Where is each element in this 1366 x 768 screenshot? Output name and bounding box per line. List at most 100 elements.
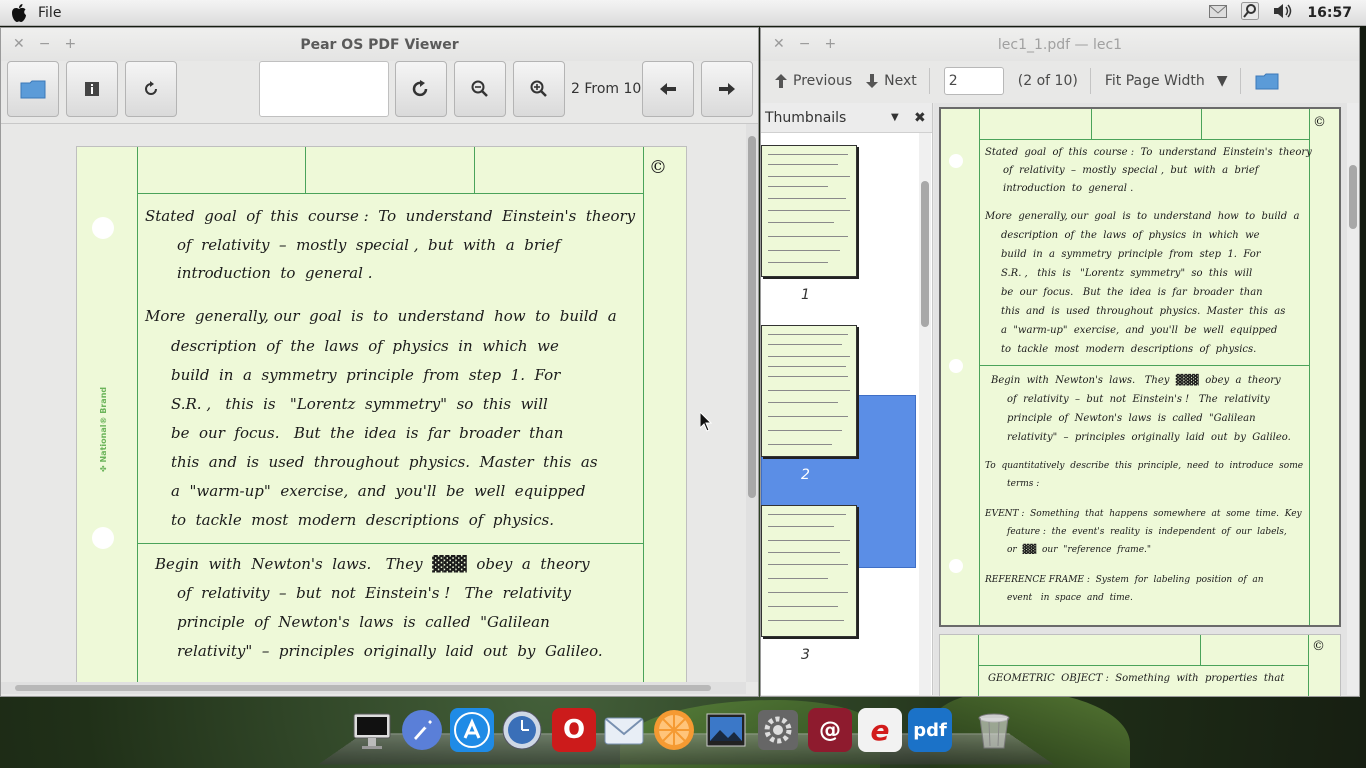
clock[interactable]: 16:57: [1307, 5, 1352, 21]
window-titlebar[interactable]: ✕ − + lec1_1.pdf — lec1: [761, 28, 1359, 61]
maximize-icon[interactable]: +: [824, 36, 836, 52]
appstore-icon: [454, 712, 490, 748]
horizontal-scrollbar[interactable]: [1, 682, 746, 694]
handwritten-line: S.R. , this is "Lorentz symmetry" so thi…: [171, 395, 548, 413]
dock-item-settings[interactable]: [756, 708, 800, 752]
handwritten-line: principle of Newton's laws is called "Ga…: [177, 613, 550, 631]
close-icon[interactable]: ✕: [13, 36, 25, 52]
volume-icon[interactable]: [1273, 3, 1293, 23]
zoom-in-button[interactable]: [513, 61, 565, 117]
arrow-down-icon: [866, 74, 879, 88]
menu-bar: File 16:57: [0, 0, 1366, 26]
dock-item-time-machine[interactable]: [500, 708, 544, 752]
next-page-button[interactable]: [701, 61, 753, 117]
mail-icon: [604, 717, 644, 745]
handwritten-line: introduction to general .: [177, 264, 373, 282]
open-folder-button[interactable]: [1255, 72, 1279, 90]
scroll-thumb[interactable]: [15, 685, 711, 691]
handwritten-line: to tackle most modern descriptions of ph…: [171, 511, 554, 529]
document-view[interactable]: © Stated goal of this course : To unders…: [934, 103, 1359, 696]
page-number-input[interactable]: 2: [943, 67, 1004, 95]
handwritten-line: S.R. , this is "Lorentz symmetry" so thi…: [1001, 268, 1253, 279]
scroll-thumb[interactable]: [748, 136, 756, 498]
dock-item-launcher[interactable]: [400, 708, 444, 752]
vertical-scrollbar[interactable]: [1347, 103, 1359, 695]
dock-item-computer[interactable]: [350, 708, 394, 752]
arrow-right-icon: [719, 83, 735, 95]
at-icon: @: [819, 717, 841, 743]
handwritten-line: REFERENCE FRAME : System for labeling po…: [985, 575, 1264, 585]
refresh-icon: [145, 81, 157, 95]
apple-menu-icon[interactable]: [0, 3, 38, 23]
next-button[interactable]: Next: [866, 73, 917, 89]
document-view[interactable]: © ✤ National® Brand Stated goal of this …: [1, 123, 758, 696]
thumbnail-page-1[interactable]: [761, 145, 857, 277]
close-sidebar-icon[interactable]: ✖: [914, 110, 926, 126]
window-titlebar[interactable]: ✕ − + Pear OS PDF Viewer: [1, 28, 758, 61]
page-search-field[interactable]: [259, 61, 389, 117]
rotate-icon: [412, 80, 428, 97]
copyright-mark: ©: [1312, 639, 1325, 654]
thumbnail-page-2[interactable]: [761, 325, 857, 457]
handwritten-line: of relativity – mostly special , but wit…: [177, 236, 561, 254]
binder-hole: [92, 527, 114, 549]
handwritten-line: Begin with Newton's laws. They ▓▓▓ obey …: [155, 555, 590, 573]
scroll-thumb[interactable]: [921, 181, 929, 327]
pdf-page: © ✤ National® Brand Stated goal of this …: [76, 146, 687, 686]
dock-item-media[interactable]: [652, 708, 696, 752]
mouse-cursor-icon: [700, 412, 712, 432]
minimize-icon[interactable]: −: [39, 36, 51, 52]
sidebar-title[interactable]: Thumbnails: [765, 110, 846, 126]
thumbnail-number: 1: [801, 287, 810, 303]
reload-button[interactable]: [125, 61, 177, 117]
handwritten-line: More generally, our goal is to understan…: [145, 307, 617, 325]
handwritten-line: this and is used throughout physics. Mas…: [171, 453, 598, 471]
dock-item-mail[interactable]: [602, 708, 646, 752]
info-button[interactable]: [66, 61, 118, 117]
handwritten-line: To quantitatively describe this principl…: [985, 461, 1304, 471]
menu-file[interactable]: File: [38, 5, 61, 21]
copyright-mark: ©: [649, 157, 667, 178]
thumbnail-page-3[interactable]: [761, 505, 857, 637]
dock-item-pdf[interactable]: pdf: [908, 708, 952, 752]
folder-icon: [1255, 73, 1279, 90]
system-tray: 16:57: [1209, 0, 1352, 26]
maximize-icon[interactable]: +: [64, 36, 76, 52]
handwritten-line: description of the laws of physics in wh…: [171, 337, 559, 355]
dock-item-photos[interactable]: [704, 708, 748, 752]
dock-item-app-store[interactable]: [450, 708, 494, 752]
dock-item-reader[interactable]: e: [858, 708, 902, 752]
dock-item-opera[interactable]: O: [552, 708, 596, 752]
handwritten-line: build in a symmetry principle from step …: [171, 366, 561, 384]
previous-button[interactable]: Previous: [775, 73, 852, 89]
orange-icon: [654, 710, 694, 750]
handwritten-line: Stated goal of this course : To understa…: [985, 147, 1312, 158]
rotate-button[interactable]: [395, 61, 447, 117]
previous-page-button[interactable]: [642, 61, 694, 117]
zoom-out-button[interactable]: [454, 61, 506, 117]
handwritten-line: relativity" – principles originally laid…: [1007, 432, 1291, 443]
scroll-thumb[interactable]: [1349, 165, 1357, 229]
search-tray-icon[interactable]: [1241, 2, 1260, 24]
dock-item-trash[interactable]: [972, 708, 1016, 752]
close-icon[interactable]: ✕: [773, 36, 785, 52]
reader-icon: e: [870, 713, 890, 747]
gear-icon: [758, 710, 798, 750]
dock-item-email[interactable]: @: [808, 708, 852, 752]
binder-hole: [92, 217, 114, 239]
zoom-select[interactable]: Fit Page Width ▼: [1105, 73, 1228, 89]
open-button[interactable]: [7, 61, 59, 117]
vertical-scrollbar[interactable]: [746, 124, 758, 682]
dropdown-arrow-icon[interactable]: ▼: [891, 112, 899, 123]
info-icon: [85, 82, 99, 96]
handwritten-line: EVENT : Something that happens somewhere…: [985, 509, 1302, 519]
minimize-icon[interactable]: −: [799, 36, 811, 52]
viewer-toolbar: 2 From 10: [1, 61, 758, 123]
handwritten-line: this and is used throughout physics. Mas…: [1001, 306, 1286, 317]
pdf-icon: pdf: [913, 719, 947, 741]
mail-tray-icon[interactable]: [1209, 4, 1228, 22]
handwritten-line: principle of Newton's laws is called "Ga…: [1007, 413, 1256, 424]
pdf-page: © GEOMETRIC OBJECT : Something with prop…: [939, 634, 1341, 696]
handwritten-line: be our focus. But the idea is far broade…: [171, 424, 564, 442]
vertical-scrollbar[interactable]: [919, 133, 931, 695]
